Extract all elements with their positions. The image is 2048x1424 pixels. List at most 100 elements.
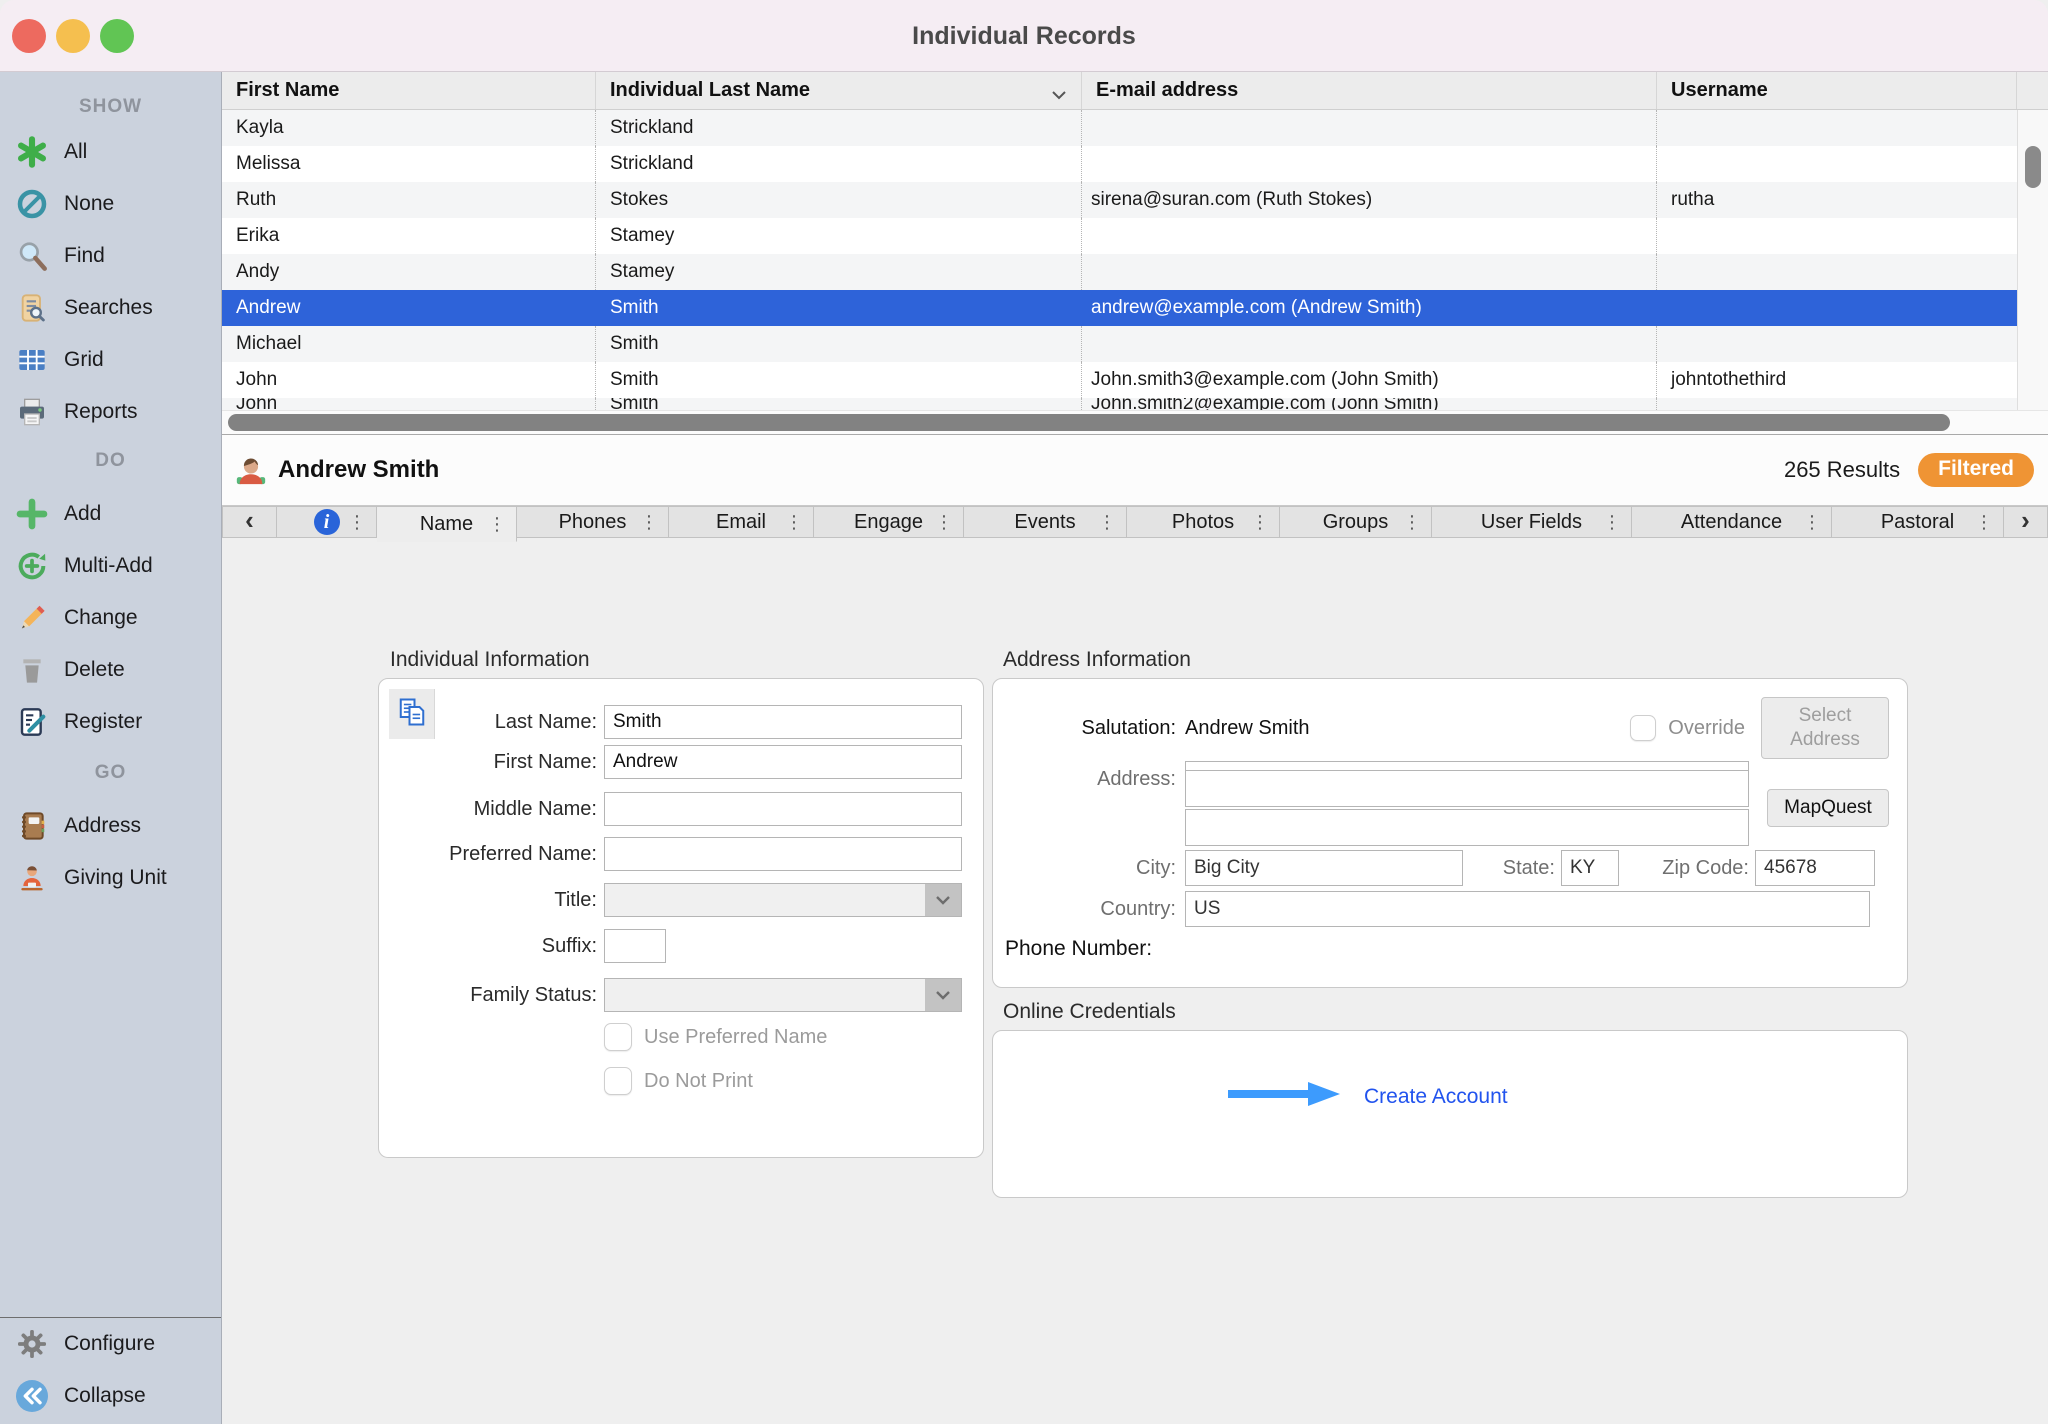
tab-photos[interactable]: Photos⋮ xyxy=(1127,506,1280,538)
sidebar-item-none[interactable]: None xyxy=(0,178,221,230)
address-book-icon xyxy=(0,810,64,842)
title-dropdown[interactable] xyxy=(604,883,962,917)
tab-menu-icon[interactable]: ⋮ xyxy=(488,514,506,535)
cell-username: johntothethird xyxy=(1657,362,2017,398)
arrow-right-icon xyxy=(1226,1079,1342,1114)
app-window: Individual Records SHOW All None Find Se… xyxy=(0,0,2048,1424)
column-header-first-name[interactable]: First Name xyxy=(222,72,596,109)
table-row[interactable]: Michael Smith xyxy=(222,326,2017,362)
gear-icon xyxy=(0,1328,64,1360)
sidebar-item-address[interactable]: Address xyxy=(0,800,221,852)
middle-name-input[interactable] xyxy=(604,792,962,826)
column-header-email[interactable]: E-mail address xyxy=(1082,72,1657,109)
sidebar-item-label: Reports xyxy=(64,400,138,424)
first-name-input[interactable] xyxy=(604,745,962,779)
sidebar-item-multi-add[interactable]: Multi-Add xyxy=(0,540,221,592)
table-row[interactable]: Ruth Stokes sirena@suran.com (Ruth Stoke… xyxy=(222,182,2017,218)
sidebar-item-grid[interactable]: Grid xyxy=(0,334,221,386)
tab-menu-icon[interactable]: ⋮ xyxy=(348,512,366,533)
trash-icon xyxy=(0,654,64,686)
tab-menu-icon[interactable]: ⋮ xyxy=(640,512,658,533)
table-row[interactable]: Erika Stamey xyxy=(222,218,2017,254)
tab-phones[interactable]: Phones⋮ xyxy=(517,506,669,538)
sidebar-item-searches[interactable]: Searches xyxy=(0,282,221,334)
sidebar-item-collapse[interactable]: Collapse xyxy=(0,1370,221,1422)
column-header-last-name[interactable]: Individual Last Name xyxy=(596,72,1082,109)
tab-menu-icon[interactable]: ⋮ xyxy=(1803,512,1821,533)
cell-email xyxy=(1082,146,1657,182)
sidebar-item-reports[interactable]: Reports xyxy=(0,386,221,438)
sidebar-item-find[interactable]: Find xyxy=(0,230,221,282)
tab-menu-icon[interactable]: ⋮ xyxy=(1603,512,1621,533)
do-not-print-label: Do Not Print xyxy=(644,1070,753,1093)
do-not-print-checkbox[interactable] xyxy=(604,1067,632,1095)
tab-attendance[interactable]: Attendance⋮ xyxy=(1632,506,1832,538)
tab-menu-icon[interactable]: ⋮ xyxy=(1251,512,1269,533)
last-name-input[interactable] xyxy=(604,705,962,739)
preferred-name-input[interactable] xyxy=(604,837,962,871)
country-input[interactable] xyxy=(1185,891,1870,927)
person-desk-icon xyxy=(0,862,64,894)
state-input[interactable] xyxy=(1561,850,1619,886)
tab-email[interactable]: Email⋮ xyxy=(669,506,814,538)
sidebar-item-label: Configure xyxy=(64,1332,155,1356)
address-line3-input[interactable] xyxy=(1185,809,1749,846)
use-preferred-name-checkbox-row: Use Preferred Name xyxy=(604,1023,827,1051)
city-input[interactable] xyxy=(1185,850,1463,886)
cell-last-name: Stamey xyxy=(596,254,1082,290)
info-icon: i xyxy=(314,509,340,535)
tab-user-fields[interactable]: User Fields⋮ xyxy=(1432,506,1632,538)
table-row[interactable]: Andy Stamey xyxy=(222,254,2017,290)
tab-info[interactable]: i⋮ xyxy=(277,506,377,538)
tab-menu-icon[interactable]: ⋮ xyxy=(785,512,803,533)
sidebar-item-all[interactable]: All xyxy=(0,126,221,178)
table-row[interactable]: Melissa Strickland xyxy=(222,146,2017,182)
address-line2-input[interactable] xyxy=(1185,770,1749,807)
tab-menu-icon[interactable]: ⋮ xyxy=(1098,512,1116,533)
column-header-username[interactable]: Username xyxy=(1657,72,2017,109)
sidebar-item-label: Add xyxy=(64,502,101,526)
table-row[interactable]: John Smith John.smith3@example.com (John… xyxy=(222,362,2017,398)
sidebar-item-add[interactable]: Add xyxy=(0,488,221,540)
vertical-scrollbar-thumb[interactable] xyxy=(2025,146,2041,188)
tab-engage[interactable]: Engage⋮ xyxy=(814,506,964,538)
zip-code-input[interactable] xyxy=(1755,850,1875,886)
phone-number-label: Phone Number: xyxy=(1005,937,1152,961)
table-row-selected[interactable]: Andrew Smith andrew@example.com (Andrew … xyxy=(222,290,2017,326)
sidebar-item-register[interactable]: Register xyxy=(0,696,221,748)
table-row[interactable]: Kayla Strickland xyxy=(222,110,2017,146)
tab-menu-icon[interactable]: ⋮ xyxy=(935,512,953,533)
vertical-scrollbar[interactable] xyxy=(2017,110,2048,410)
cell-last-name: Smith xyxy=(596,290,1082,326)
suffix-input[interactable] xyxy=(604,929,666,963)
tab-pastoral[interactable]: Pastoral⋮ xyxy=(1832,506,2004,538)
cell-email: John.smith3@example.com (John Smith) xyxy=(1082,362,1657,398)
sidebar-item-change[interactable]: Change xyxy=(0,592,221,644)
tabs-scroll-left-button[interactable]: ‹ xyxy=(222,506,277,538)
tab-menu-icon[interactable]: ⋮ xyxy=(1975,512,1993,533)
table-row-partial[interactable]: John Smith John.smith2@example.com (John… xyxy=(222,398,2017,410)
sidebar-item-label: Multi-Add xyxy=(64,554,153,578)
saved-search-scroll-icon xyxy=(0,292,64,324)
asterisk-icon xyxy=(0,136,64,168)
tab-menu-icon[interactable]: ⋮ xyxy=(1403,512,1421,533)
sidebar-item-giving-unit[interactable]: Giving Unit xyxy=(0,852,221,904)
sidebar-item-label: Collapse xyxy=(64,1384,146,1408)
horizontal-scrollbar-thumb[interactable] xyxy=(228,414,1950,431)
tabs-scroll-right-button[interactable]: › xyxy=(2004,506,2048,538)
tab-name[interactable]: Name⋮ xyxy=(377,506,517,542)
use-preferred-name-checkbox[interactable] xyxy=(604,1023,632,1051)
sidebar-item-label: Register xyxy=(64,710,142,734)
cell-username xyxy=(1657,146,2017,182)
family-status-dropdown[interactable] xyxy=(604,978,962,1012)
sidebar-item-delete[interactable]: Delete xyxy=(0,644,221,696)
create-account-link[interactable]: Create Account xyxy=(1364,1085,1508,1109)
filtered-badge[interactable]: Filtered xyxy=(1918,453,2034,487)
sidebar-item-label: Giving Unit xyxy=(64,866,167,890)
tab-events[interactable]: Events⋮ xyxy=(964,506,1127,538)
middle-name-label: Middle Name: xyxy=(379,798,597,821)
sidebar-item-configure[interactable]: Configure xyxy=(0,1318,221,1370)
horizontal-scrollbar[interactable] xyxy=(222,410,2048,434)
tab-groups[interactable]: Groups⋮ xyxy=(1280,506,1432,538)
sidebar-item-label: Grid xyxy=(64,348,104,372)
